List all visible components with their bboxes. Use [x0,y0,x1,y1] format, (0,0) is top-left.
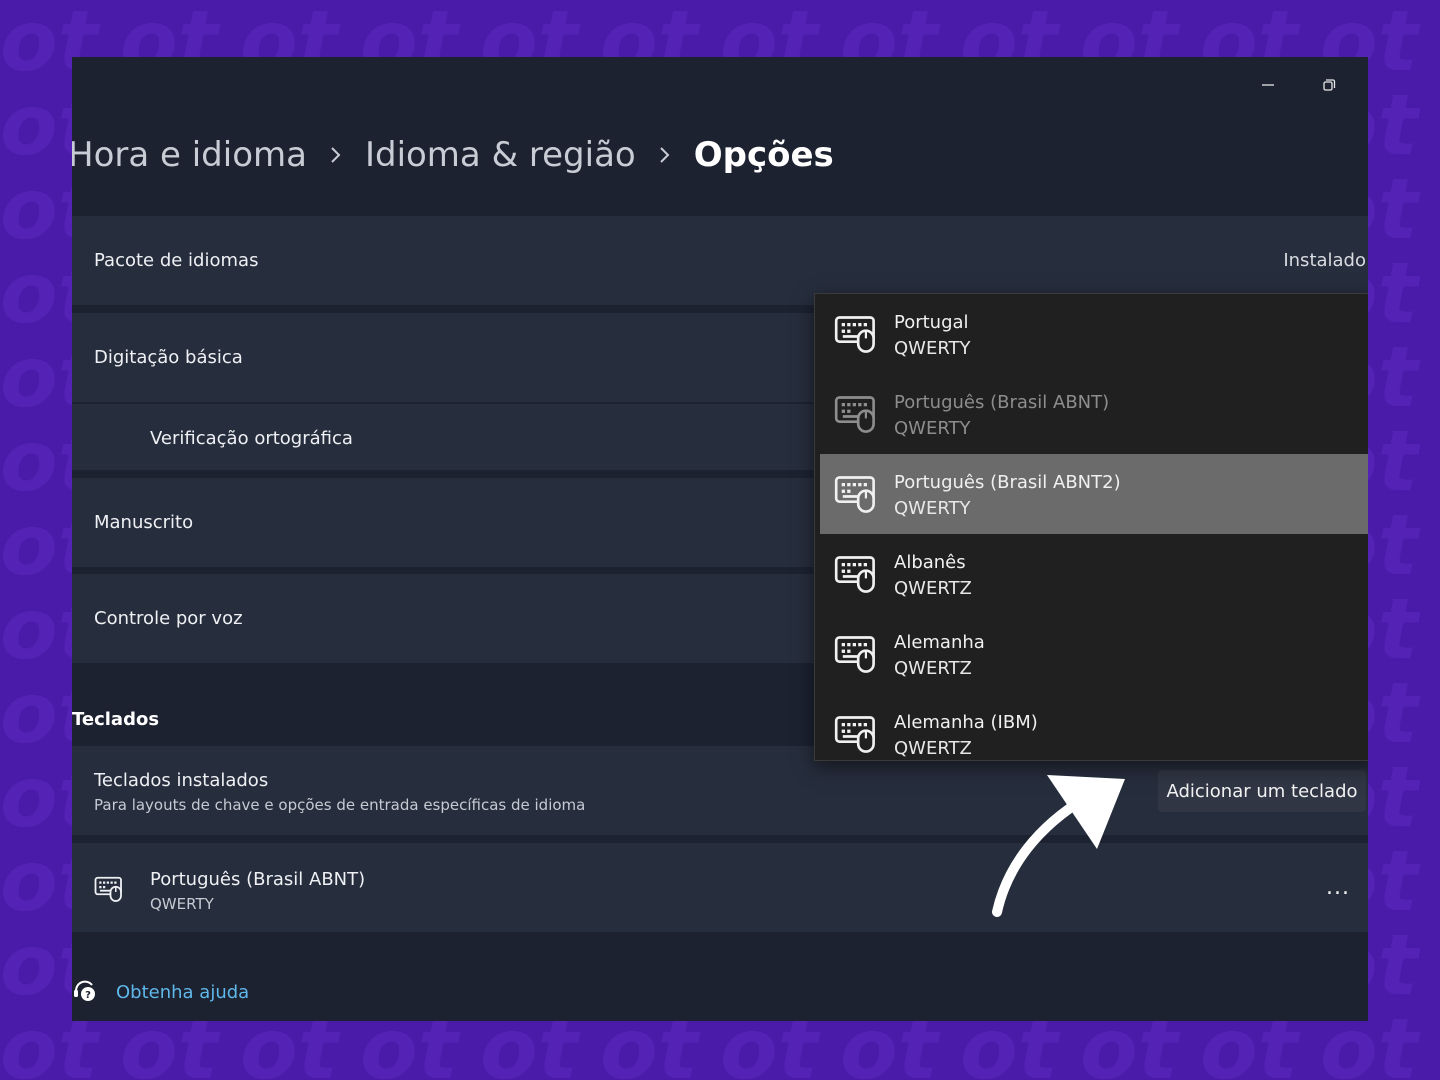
dropdown-item[interactable]: Albanês QWERTZ [820,534,1368,614]
basic-typing-label: Digitação básica [94,347,243,368]
annotation-arrow-icon [992,775,1125,917]
keyboard-icon [834,634,878,678]
installed-keyboard-name: Português (Brasil ABNT) [150,869,366,890]
dropdown-item-name: Alemanha [894,632,985,653]
installed-keyboards-description: Para layouts de chave e opções de entrad… [94,796,586,814]
keyboard-icon [834,474,878,518]
chevron-right-icon [658,145,672,165]
dropdown-item: Português (Brasil ABNT) QWERTY [820,374,1368,454]
dropdown-item[interactable]: Alemanha QWERTZ [820,614,1368,694]
restore-icon [1323,79,1336,91]
installed-keyboards-title: Teclados instalados [94,770,269,791]
language-pack-status: Instalado [1283,250,1366,271]
keyboard-icon [834,554,878,598]
installed-keyboard-item: Português (Brasil ABNT) QWERTY [72,843,1368,932]
chevron-right-icon [329,145,343,165]
installed-keyboard-layout: QWERTY [150,895,214,913]
minimize-button[interactable] [1248,71,1288,99]
breadcrumb: Hora e idioma Idioma & região Opções [72,135,834,175]
help-icon: ? [72,977,98,1008]
svg-text:?: ? [85,990,91,1001]
dropdown-item-layout: QWERTZ [894,658,972,679]
restore-button[interactable] [1309,71,1349,99]
dropdown-item-name: Portugal [894,312,969,333]
add-keyboard-button[interactable]: Adicionar um teclado [1158,770,1366,812]
keyboard-icon [94,875,124,908]
dropdown-item-layout: QWERTY [894,498,971,519]
dropdown-item-name: Português (Brasil ABNT2) [894,472,1121,493]
breadcrumb-item-time-language[interactable]: Hora e idioma [72,135,307,175]
keyboard-icon [834,714,878,758]
dropdown-item-layout: QWERTY [894,338,971,359]
breadcrumb-item-language-region[interactable]: Idioma & região [365,135,636,175]
help-link[interactable]: ? Obtenha ajuda [72,977,249,1008]
keyboard-icon [834,314,878,358]
keyboard-layout-dropdown: Portugal QWERTY Português (Brasil ABNT) … [814,293,1368,761]
more-options-button[interactable]: ... [1326,875,1350,900]
handwriting-label: Manuscrito [94,512,194,533]
dropdown-item-layout: QWERTY [894,418,971,439]
minimize-icon [1262,84,1274,86]
dropdown-item-layout: QWERTZ [894,738,972,759]
dropdown-item-selected[interactable]: Português (Brasil ABNT2) QWERTY [820,454,1368,534]
language-pack-card: Pacote de idiomas Instalado [72,216,1368,305]
spell-check-label: Verificação ortográfica [150,428,353,449]
dropdown-item[interactable]: Portugal QWERTY [820,294,1368,374]
voice-control-label: Controle por voz [94,608,243,629]
dropdown-item-name: Alemanha (IBM) [894,712,1038,733]
dropdown-item[interactable]: Alemanha (IBM) QWERTZ [820,694,1368,760]
dropdown-item-layout: QWERTZ [894,578,972,599]
dropdown-item-name: Português (Brasil ABNT) [894,392,1110,413]
page-title: Opções [693,135,834,175]
help-label[interactable]: Obtenha ajuda [116,982,249,1003]
keyboards-section-title: Teclados [72,709,160,730]
settings-window: Hora e idioma Idioma & região Opções Pac… [72,57,1368,1021]
keyboard-icon [834,394,878,438]
dropdown-item-name: Albanês [894,552,966,573]
language-pack-label: Pacote de idiomas [94,250,259,271]
